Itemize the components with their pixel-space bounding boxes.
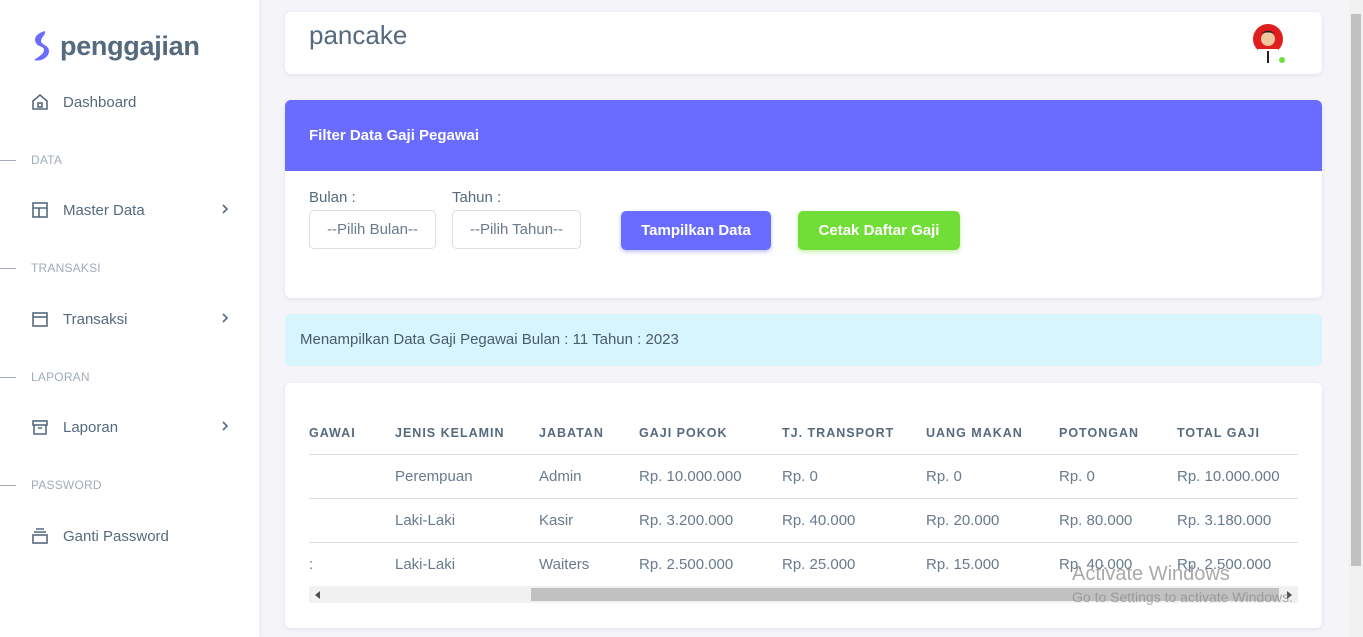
brand[interactable]: penggajian xyxy=(30,28,200,64)
sidebar: penggajian Dashboard DATA Master Data TR… xyxy=(0,0,259,637)
menu-header-data: DATA xyxy=(0,153,62,167)
stack-icon xyxy=(30,526,50,546)
chevron-right-icon xyxy=(222,204,229,214)
cell-nama: : xyxy=(309,542,395,587)
filter-card-title: Filter Data Gaji Pegawai xyxy=(285,100,1322,171)
menu-header-laporan: LAPORAN xyxy=(0,370,90,384)
cell-gaji-pokok: Rp. 3.200.000 xyxy=(639,498,782,543)
cell-jenis-kelamin: Laki-Laki xyxy=(395,542,539,587)
cell-tj-transport: Rp. 0 xyxy=(782,454,926,499)
bulan-select[interactable]: --Pilih Bulan-- xyxy=(309,210,436,249)
sidebar-item-label: Transaksi xyxy=(63,310,128,328)
vertical-scrollbar[interactable] xyxy=(1349,0,1363,637)
archive-icon xyxy=(30,417,50,437)
table-row: Perempuan Admin Rp. 10.000.000 Rp. 0 Rp.… xyxy=(309,454,1298,499)
cell-jabatan: Waiters xyxy=(539,542,639,587)
brand-logo-icon xyxy=(34,31,49,61)
sidebar-item-dashboard[interactable]: Dashboard xyxy=(30,90,236,114)
sidebar-item-label: Laporan xyxy=(63,418,119,436)
cell-potongan: Rp. 0 xyxy=(1059,454,1177,499)
scrollbar-thumb[interactable] xyxy=(1351,14,1361,566)
filter-card: Filter Data Gaji Pegawai Bulan : --Pilih… xyxy=(285,100,1322,298)
cell-tj-transport: Rp. 25.000 xyxy=(782,542,926,587)
top-navbar: pancake xyxy=(285,12,1322,74)
bulan-label: Bulan : xyxy=(309,189,356,206)
page-title: pancake xyxy=(309,20,408,50)
gaji-table: GAWAI JENIS KELAMIN JABATAN GAJI POKOK T… xyxy=(309,413,1298,587)
sidebar-item-ganti-password[interactable]: Ganti Password xyxy=(30,524,236,548)
sidebar-item-label: Dashboard xyxy=(63,93,137,111)
col-header-potongan[interactable]: POTONGAN xyxy=(1059,413,1177,455)
cetak-daftar-gaji-button[interactable]: Cetak Daftar Gaji xyxy=(798,211,960,250)
home-icon xyxy=(30,92,50,112)
tampilkan-data-button[interactable]: Tampilkan Data xyxy=(621,211,771,250)
col-header-jenis-kelamin[interactable]: JENIS KELAMIN xyxy=(395,413,539,455)
cell-tj-transport: Rp. 40.000 xyxy=(782,498,926,543)
cell-uang-makan: Rp. 15.000 xyxy=(926,542,1059,587)
cell-jenis-kelamin: Perempuan xyxy=(395,454,539,499)
col-header-nama-pegawai[interactable]: GAWAI xyxy=(309,413,395,455)
cell-jabatan: Admin xyxy=(539,454,639,499)
sidebar-item-label: Master Data xyxy=(63,201,145,219)
online-status-dot xyxy=(1277,55,1287,65)
watermark-subtitle: Go to Settings to activate Windows. xyxy=(1072,589,1293,605)
cell-nama xyxy=(309,454,395,499)
cell-uang-makan: Rp. 0 xyxy=(926,454,1059,499)
activate-windows-watermark: Activate Windows Go to Settings to activ… xyxy=(1072,563,1293,605)
cell-gaji-pokok: Rp. 10.000.000 xyxy=(639,454,782,499)
menu-header-password: PASSWORD xyxy=(0,478,102,492)
info-alert: Menampilkan Data Gaji Pegawai Bulan : 11… xyxy=(285,314,1322,366)
calendar-icon xyxy=(30,309,50,329)
avatar[interactable] xyxy=(1252,23,1287,65)
cell-total-gaji: Rp. 10.000.000 xyxy=(1177,454,1298,499)
cell-total-gaji: Rp. 3.180.000 xyxy=(1177,498,1298,543)
col-header-jabatan[interactable]: JABATAN xyxy=(539,413,639,455)
cell-potongan: Rp. 80.000 xyxy=(1059,498,1177,543)
scroll-left-icon[interactable] xyxy=(315,591,320,599)
chevron-right-icon xyxy=(222,313,229,323)
sidebar-item-laporan[interactable]: Laporan xyxy=(30,415,236,439)
menu-header-transaksi: TRANSAKSI xyxy=(0,261,101,275)
tahun-select[interactable]: --Pilih Tahun-- xyxy=(452,210,581,249)
sidebar-item-label: Ganti Password xyxy=(63,527,169,545)
table-row: Laki-Laki Kasir Rp. 3.200.000 Rp. 40.000… xyxy=(309,498,1298,543)
sidebar-item-transaksi[interactable]: Transaksi xyxy=(30,307,236,331)
layout-icon xyxy=(30,200,50,220)
tahun-label: Tahun : xyxy=(452,189,502,206)
cell-gaji-pokok: Rp. 2.500.000 xyxy=(639,542,782,587)
brand-name: penggajian xyxy=(60,30,200,61)
chevron-right-icon xyxy=(222,421,229,431)
cell-jabatan: Kasir xyxy=(539,498,639,543)
col-header-gaji-pokok[interactable]: GAJI POKOK xyxy=(639,413,782,455)
col-header-tj-transport[interactable]: TJ. TRANSPORT xyxy=(782,413,926,455)
cell-uang-makan: Rp. 20.000 xyxy=(926,498,1059,543)
sidebar-item-master-data[interactable]: Master Data xyxy=(30,198,236,222)
table-header-row: GAWAI JENIS KELAMIN JABATAN GAJI POKOK T… xyxy=(309,413,1298,455)
watermark-title: Activate Windows xyxy=(1072,563,1230,585)
col-header-total-gaji[interactable]: TOTAL GAJI xyxy=(1177,413,1298,455)
col-header-uang-makan[interactable]: UANG MAKAN xyxy=(926,413,1059,455)
cell-nama xyxy=(309,498,395,543)
cell-jenis-kelamin: Laki-Laki xyxy=(395,498,539,543)
